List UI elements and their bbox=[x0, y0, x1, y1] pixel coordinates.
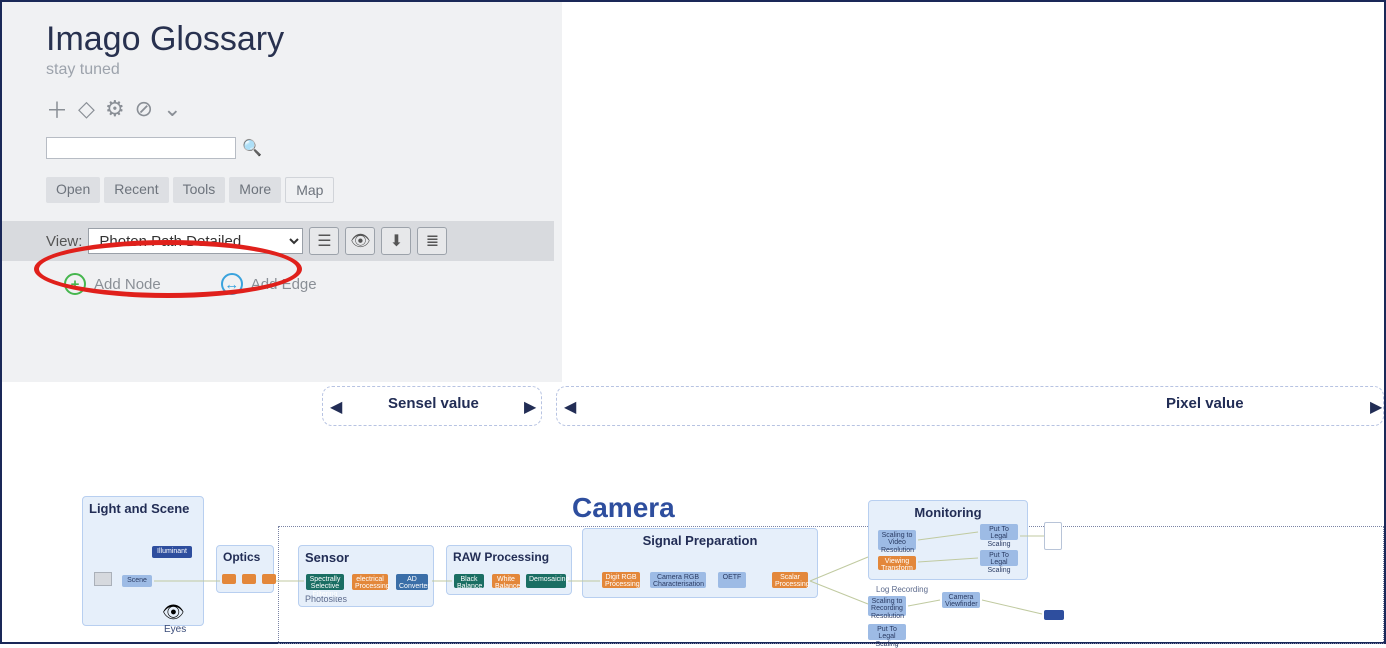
node-optics-2[interactable] bbox=[242, 574, 256, 584]
add-node-label: Add Node bbox=[94, 276, 161, 293]
search-input[interactable] bbox=[46, 137, 236, 159]
region-sensor-title: Sensor bbox=[299, 546, 433, 569]
node-cam-view[interactable]: Camera Viewfinder bbox=[942, 592, 980, 608]
arrow-left-icon: ◀ bbox=[564, 397, 576, 417]
node-scale-rec[interactable]: Scaling to Recording Resolution bbox=[868, 596, 906, 616]
add-node-button[interactable]: + Add Node bbox=[64, 273, 161, 295]
group-pixel-label: Pixel value bbox=[1166, 395, 1244, 412]
node-put-legal1[interactable]: Put To Legal Scaling bbox=[980, 524, 1018, 540]
eye-icon[interactable]: 👁 bbox=[345, 227, 375, 255]
arrow-right-icon: ▶ bbox=[1370, 397, 1382, 417]
tab-map[interactable]: Map bbox=[285, 177, 334, 203]
tab-bar: Open Recent Tools More Map bbox=[46, 177, 554, 203]
download-icon[interactable]: ⬇ bbox=[381, 227, 411, 255]
region-optics-title: Optics bbox=[217, 546, 273, 568]
region-light: Light and Scene bbox=[82, 496, 204, 626]
tab-tools[interactable]: Tools bbox=[173, 177, 226, 203]
camera-outline bbox=[278, 526, 1384, 644]
group-pixel bbox=[556, 386, 1384, 426]
node-spectrally[interactable]: Spectrally Selective Filtering bbox=[306, 574, 344, 590]
eye-icon: 👁 bbox=[162, 602, 185, 623]
edge-circle-icon: ↔ bbox=[221, 273, 243, 295]
view-label: View: bbox=[46, 233, 82, 250]
log-recording-label: Log Recording bbox=[876, 585, 928, 594]
add-edge-button[interactable]: ↔ Add Edge bbox=[221, 273, 317, 295]
tab-recent[interactable]: Recent bbox=[104, 177, 168, 203]
gear-icon[interactable]: ⚙ bbox=[105, 96, 125, 122]
region-sensor-sub: Photosites bbox=[299, 594, 353, 604]
scene-image-icon bbox=[94, 572, 112, 586]
region-sensor: Sensor Photosites bbox=[298, 545, 434, 607]
chevron-down-icon[interactable]: ⌄ bbox=[163, 96, 181, 122]
arrow-right-icon: ▶ bbox=[524, 397, 536, 417]
region-monitor-title: Monitoring bbox=[869, 501, 1027, 524]
sidebar-panel: Imago Glossary stay tuned ＋ ◇ ⚙ ⊘ ⌄ 🔍 Op… bbox=[2, 2, 562, 382]
arrow-left-icon: ◀ bbox=[330, 397, 342, 417]
camera-title: Camera bbox=[572, 492, 675, 524]
tab-open[interactable]: Open bbox=[46, 177, 100, 203]
node-scale-vid[interactable]: Scaling to Video Resolution bbox=[878, 530, 916, 550]
node-optics-3[interactable] bbox=[262, 574, 276, 584]
node-digrgb[interactable]: Digit RGB Processing bbox=[602, 572, 640, 588]
search-icon[interactable]: 🔍 bbox=[242, 138, 262, 158]
app-subtitle: stay tuned bbox=[46, 61, 554, 79]
view-select[interactable]: Photon Path Detailed bbox=[88, 228, 303, 254]
tag-icon[interactable]: ◇ bbox=[78, 96, 95, 122]
region-light-title: Light and Scene bbox=[83, 497, 203, 520]
node-electrical[interactable]: electrical Processing bbox=[352, 574, 388, 590]
node-view-trans[interactable]: Viewing Transform bbox=[878, 556, 916, 570]
group-sensel-label: Sensel value bbox=[388, 395, 479, 412]
region-raw: RAW Processing bbox=[446, 545, 572, 595]
add-icon[interactable]: ＋ bbox=[46, 93, 68, 125]
tab-more[interactable]: More bbox=[229, 177, 281, 203]
menu-icon[interactable]: ☰ bbox=[309, 227, 339, 255]
node-illuminant[interactable]: Illuminant bbox=[152, 546, 192, 558]
node-demosaic[interactable]: Demosaicing bbox=[526, 574, 566, 588]
region-monitor: Monitoring bbox=[868, 500, 1028, 580]
icon-toolbar: ＋ ◇ ⚙ ⊘ ⌄ bbox=[46, 93, 554, 125]
group-sensel bbox=[322, 386, 542, 426]
eyes-label: Eyes bbox=[164, 624, 186, 635]
node-put-legal3[interactable]: Put To Legal Scaling bbox=[868, 624, 906, 640]
node-oetf[interactable]: OETF bbox=[718, 572, 746, 588]
node-scene[interactable]: Scene bbox=[122, 575, 152, 587]
region-optics: Optics bbox=[216, 545, 274, 593]
view-toolbar: View: Photon Path Detailed ☰ 👁 ⬇ ≣ bbox=[2, 221, 554, 261]
check-circle-icon[interactable]: ⊘ bbox=[135, 96, 153, 122]
node-put-legal2[interactable]: Put To Legal Scaling bbox=[980, 550, 1018, 566]
node-white[interactable]: White Balance bbox=[492, 574, 520, 588]
node-optics-1[interactable] bbox=[222, 574, 236, 584]
node-scalar[interactable]: Scalar Processing bbox=[772, 572, 808, 588]
node-ad[interactable]: AD Converter bbox=[396, 574, 428, 590]
layers-icon[interactable]: ≣ bbox=[417, 227, 447, 255]
app-title: Imago Glossary bbox=[46, 20, 554, 59]
node-small-blue[interactable] bbox=[1044, 610, 1064, 620]
node-camrgb[interactable]: Camera RGB Characterisation bbox=[650, 572, 706, 588]
region-signal-title: Signal Preparation bbox=[583, 529, 817, 552]
region-raw-title: RAW Processing bbox=[447, 546, 571, 568]
add-edge-label: Add Edge bbox=[251, 276, 317, 293]
node-output-placeholder[interactable] bbox=[1044, 522, 1062, 550]
node-black[interactable]: Black Balance bbox=[454, 574, 484, 588]
plus-circle-icon: + bbox=[64, 273, 86, 295]
region-signal: Signal Preparation bbox=[582, 528, 818, 598]
